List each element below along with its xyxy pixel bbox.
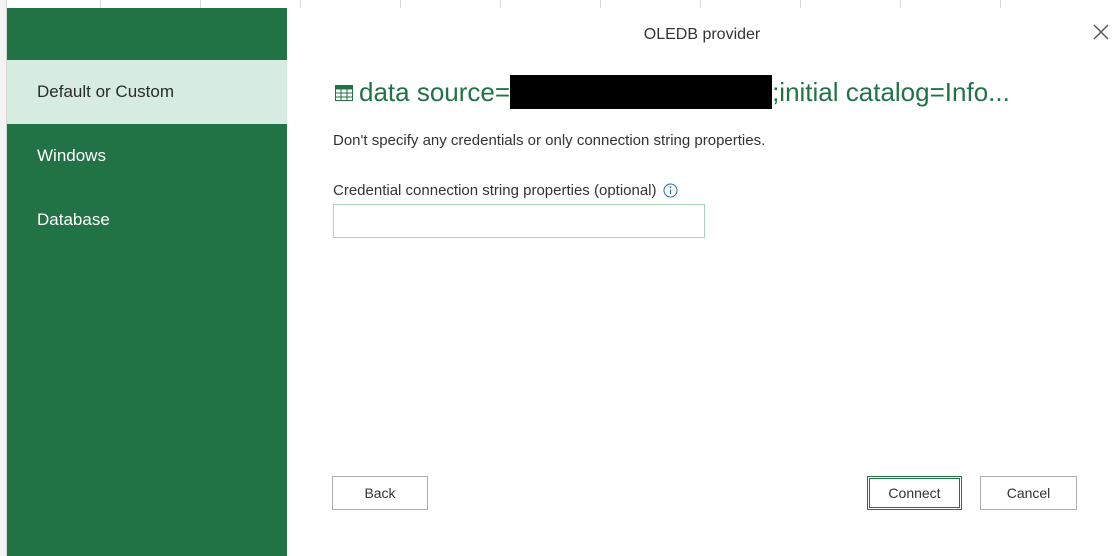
auth-type-sidebar: Default or Custom Windows Database bbox=[7, 8, 287, 556]
table-icon bbox=[335, 85, 353, 101]
sidebar-item-default-or-custom[interactable]: Default or Custom bbox=[7, 60, 287, 124]
connection-heading: data source= ;initial catalog=Info... bbox=[335, 74, 1010, 110]
cancel-button[interactable]: Cancel bbox=[980, 476, 1077, 510]
sidebar-item-label: Database bbox=[37, 210, 110, 229]
sidebar-item-label: Windows bbox=[37, 146, 106, 165]
field-label-text: Credential connection string properties … bbox=[333, 182, 657, 199]
redacted-block bbox=[510, 75, 773, 109]
sidebar-item-label: Default or Custom bbox=[37, 82, 174, 101]
field-label: Credential connection string properties … bbox=[333, 182, 678, 199]
spreadsheet-row-edge bbox=[0, 0, 7, 556]
credentials-description: Don't specify any credentials or only co… bbox=[333, 132, 766, 149]
credential-properties-input[interactable] bbox=[333, 204, 705, 238]
oledb-dialog: Default or Custom Windows Database OLEDB… bbox=[0, 0, 1117, 556]
sidebar-item-database[interactable]: Database bbox=[7, 188, 287, 252]
close-button[interactable] bbox=[1089, 20, 1113, 44]
heading-prefix: data source= bbox=[359, 76, 511, 107]
sidebar-item-windows[interactable]: Windows bbox=[7, 124, 287, 188]
dialog-title: OLEDB provider bbox=[643, 26, 761, 43]
info-icon[interactable] bbox=[663, 183, 678, 198]
close-icon bbox=[1093, 24, 1109, 40]
back-button[interactable]: Back bbox=[332, 476, 428, 510]
heading-suffix: ;initial catalog=Info... bbox=[772, 76, 1010, 107]
connect-button[interactable]: Connect bbox=[867, 476, 962, 510]
main-panel: OLEDB provider data source= ;initial cat… bbox=[287, 8, 1117, 556]
